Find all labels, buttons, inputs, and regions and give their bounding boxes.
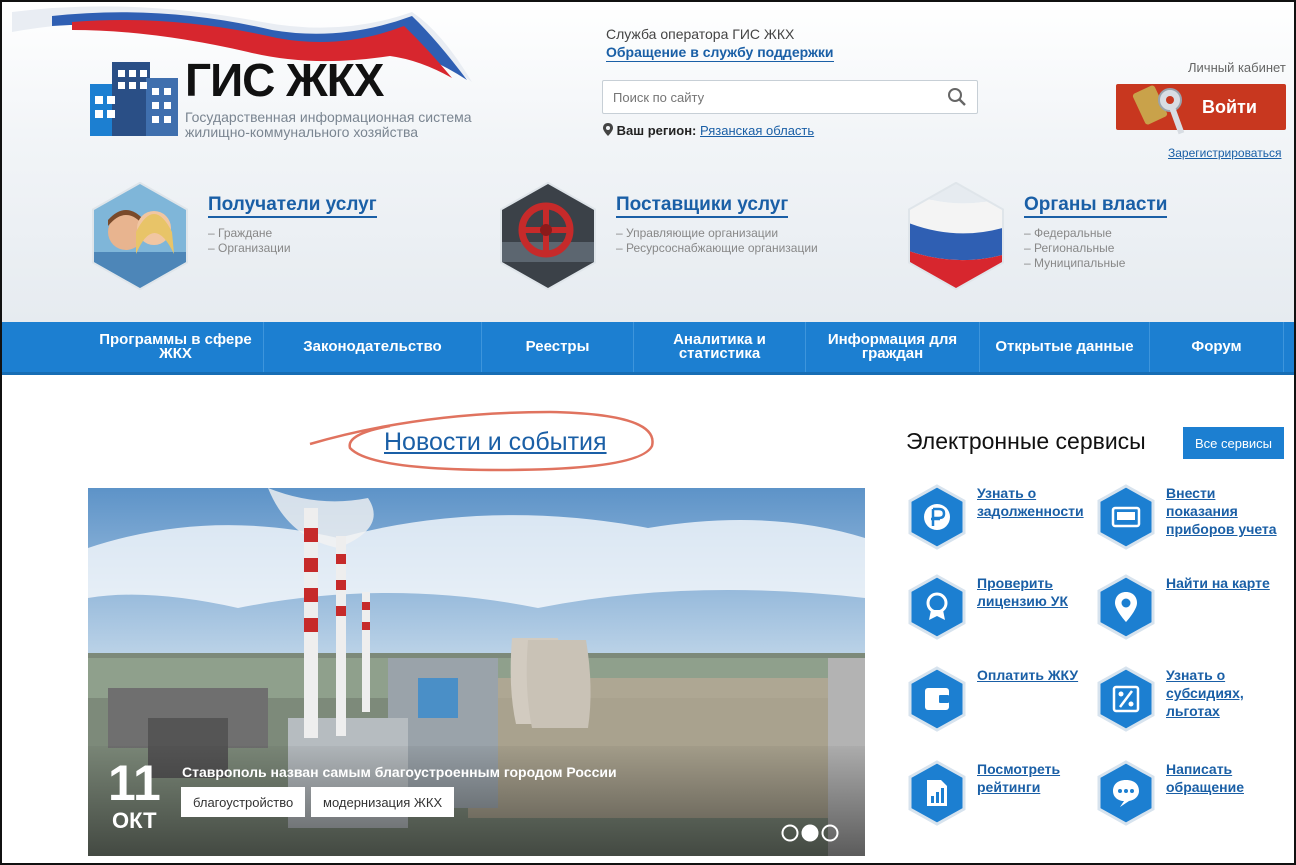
slider-dot[interactable] — [781, 824, 799, 842]
category-subitem[interactable]: – Муниципальные — [1024, 256, 1125, 271]
service-label: Узнать о субсидиях, льготах — [1166, 667, 1244, 719]
login-label: Войти — [1202, 97, 1257, 117]
nav-item-registries[interactable]: Реестры — [482, 322, 634, 372]
news-tag[interactable]: благоустройство — [181, 787, 306, 817]
category-subitem[interactable]: – Организации — [208, 241, 291, 256]
service-label: Написать обращение — [1166, 761, 1244, 795]
license-badge-icon — [908, 574, 966, 640]
nav-item-programs[interactable]: Программы в сфере ЖКХ — [88, 322, 264, 372]
category-subitem[interactable]: – Региональные — [1024, 241, 1125, 256]
category-sublist: – Управляющие организации – Ресурсоснабж… — [616, 226, 818, 256]
nav-item-forum[interactable]: Форум — [1150, 322, 1284, 372]
meter-icon — [1097, 484, 1155, 550]
slider-dot[interactable] — [821, 824, 839, 842]
percent-icon — [1097, 666, 1155, 732]
category-subitem[interactable]: – Ресурсоснабжающие организации — [616, 241, 818, 256]
slider-dots — [781, 824, 839, 842]
ruble-icon — [908, 484, 966, 550]
category-title-providers[interactable]: Поставщики услуг — [616, 194, 789, 218]
service-appeal[interactable]: Написать обращение — [1096, 760, 1286, 840]
news-headline[interactable]: Ставрополь назван самым благоустроенным … — [182, 764, 617, 780]
category-subitem[interactable]: – Федеральные — [1024, 226, 1125, 241]
service-subsidies[interactable]: Узнать о субсидиях, льготах — [1096, 666, 1286, 746]
search-icon[interactable] — [947, 87, 967, 107]
service-label: Узнать о задолженности — [977, 485, 1084, 519]
region-label: Ваш регион: — [616, 123, 697, 138]
map-pin-icon — [1097, 574, 1155, 640]
news-tag[interactable]: модернизация ЖКХ — [311, 787, 455, 817]
category-recipients: Получатели услуг – Граждане – Организаци… — [90, 182, 490, 302]
news-section-title[interactable]: Новости и события — [384, 428, 607, 457]
search-box — [602, 80, 978, 114]
russian-flag-icon — [908, 182, 1004, 290]
service-debt[interactable]: Узнать о задолженности — [907, 484, 1097, 564]
service-pay[interactable]: Оплатить ЖКУ — [907, 666, 1097, 746]
site-logo[interactable]: ГИС ЖКХ Государственная информационная с… — [90, 54, 490, 144]
service-license-check[interactable]: Проверить лицензию УК — [907, 574, 1097, 654]
logo-title: ГИС ЖКХ — [185, 54, 384, 106]
nav-item-citizens-info[interactable]: Информация для граждан — [806, 322, 980, 372]
category-sublist: – Граждане – Организации — [208, 226, 291, 256]
site-header: ГИС ЖКХ Государственная информационная с… — [2, 2, 1294, 324]
keys-icon — [1132, 85, 1185, 135]
search-input[interactable] — [603, 81, 933, 113]
valve-photo-icon — [500, 182, 596, 290]
logo-subtitle: Государственная информационная система ж… — [185, 109, 472, 140]
service-meter-readings[interactable]: Внести показания приборов учета — [1096, 484, 1286, 564]
rating-chart-icon — [908, 760, 966, 826]
service-label: Внести показания приборов учета — [1166, 485, 1277, 537]
services-title: Электронные сервисы — [906, 428, 1146, 454]
all-services-button[interactable]: Все сервисы — [1183, 427, 1284, 459]
support-link[interactable]: Обращение в службу поддержки — [606, 44, 834, 62]
chat-bubble-icon — [1097, 760, 1155, 826]
nav-item-analytics[interactable]: Аналитика и статистика — [634, 322, 806, 372]
category-subitem[interactable]: – Граждане — [208, 226, 291, 241]
slider-dot-active[interactable] — [801, 824, 819, 842]
category-sublist: – Федеральные – Региональные – Муниципал… — [1024, 226, 1125, 271]
service-label: Оплатить ЖКУ — [977, 667, 1079, 683]
service-map[interactable]: Найти на карте — [1096, 574, 1286, 654]
main-nav: Программы в сфере ЖКХ Законодательство Р… — [2, 322, 1294, 375]
news-date-day: 11 — [108, 755, 161, 811]
category-title-authorities[interactable]: Органы власти — [1024, 194, 1168, 218]
family-photo-icon — [92, 182, 188, 290]
category-authorities: Органы власти – Федеральные – Региональн… — [906, 182, 1296, 302]
category-subitem[interactable]: – Управляющие организации — [616, 226, 818, 241]
service-label: Найти на карте — [1166, 575, 1270, 591]
building-icon — [90, 62, 178, 136]
nav-item-open-data[interactable]: Открытые данные — [980, 322, 1150, 372]
category-title-recipients[interactable]: Получатели услуг — [208, 194, 377, 218]
location-pin-icon — [603, 123, 613, 136]
service-label: Проверить лицензию УК — [977, 575, 1069, 609]
register-link[interactable]: Зарегистрироваться — [1168, 146, 1281, 160]
service-ratings[interactable]: Посмотреть рейтинги — [907, 760, 1097, 840]
wallet-icon — [908, 666, 966, 732]
service-label: Посмотреть рейтинги — [977, 761, 1061, 795]
region-link[interactable]: Рязанская область — [700, 123, 814, 138]
login-button[interactable]: Войти — [1116, 84, 1286, 135]
cabinet-label: Личный кабинет — [1188, 60, 1286, 75]
news-date-month: окт — [112, 808, 157, 833]
nav-item-legislation[interactable]: Законодательство — [264, 322, 482, 372]
region-selector: Ваш регион: Рязанская область — [603, 123, 814, 138]
category-providers: Поставщики услуг – Управляющие организац… — [498, 182, 898, 302]
operator-text: Служба оператора ГИС ЖКХ — [606, 26, 795, 42]
